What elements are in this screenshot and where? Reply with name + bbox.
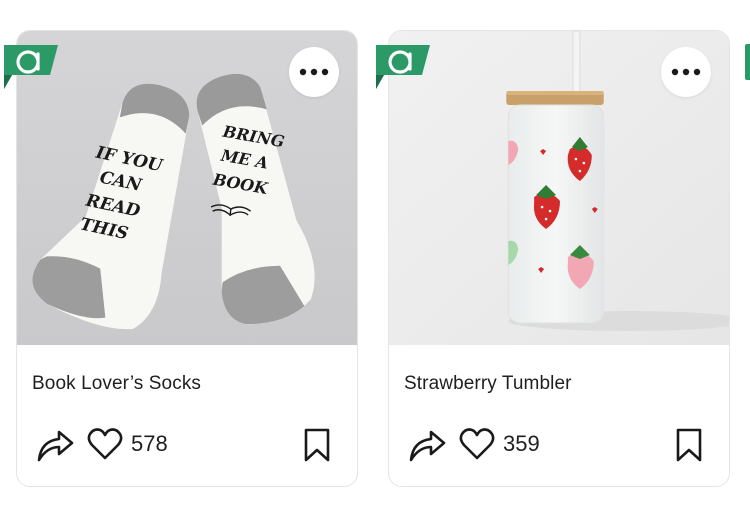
next-card-edge	[745, 44, 750, 80]
like-count: 359	[503, 431, 540, 456]
more-dots-icon	[299, 68, 329, 76]
more-options-button[interactable]	[289, 47, 339, 97]
like-button[interactable]	[87, 427, 123, 461]
share-icon	[409, 430, 446, 462]
a-logo-icon	[4, 45, 58, 89]
card-actions: 578	[17, 421, 357, 469]
more-dots-icon	[671, 68, 701, 76]
product-card[interactable]: Strawberry Tumbler 359	[376, 30, 730, 487]
a-logo-icon	[376, 45, 430, 89]
more-options-button[interactable]	[661, 47, 711, 97]
save-button[interactable]	[303, 427, 331, 463]
bookmark-icon	[304, 428, 330, 462]
product-card[interactable]: IF YOU CAN READ THIS BRING ME A BOOK Boo…	[4, 30, 358, 487]
heart-icon	[459, 428, 495, 460]
like-count: 578	[131, 431, 168, 456]
product-grid: IF YOU CAN READ THIS BRING ME A BOOK Boo…	[0, 0, 750, 518]
product-title[interactable]: Book Lover’s Socks	[32, 373, 201, 395]
share-button[interactable]	[35, 427, 75, 463]
bookmark-icon	[676, 428, 702, 462]
save-button[interactable]	[675, 427, 703, 463]
card-actions: 359	[389, 421, 729, 469]
share-button[interactable]	[407, 427, 447, 463]
product-title[interactable]: Strawberry Tumbler	[404, 373, 572, 395]
heart-icon	[87, 428, 123, 460]
share-icon	[37, 430, 74, 462]
like-button[interactable]	[459, 427, 495, 461]
